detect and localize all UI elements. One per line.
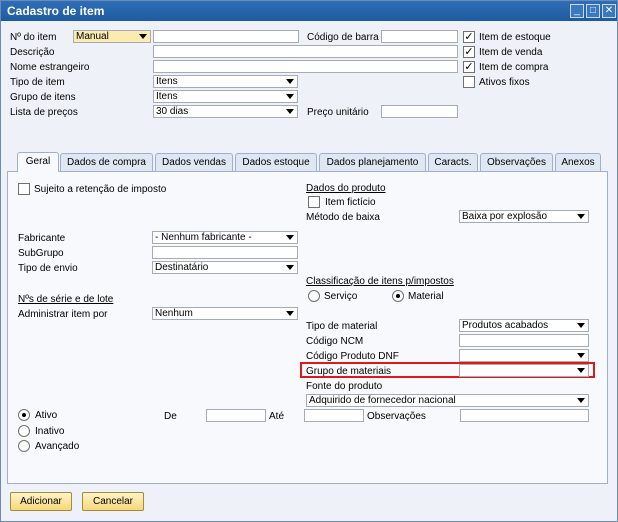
inactive-label: Inativo <box>35 426 65 437</box>
tab-dados-estoque[interactable]: Dados estoque <box>235 153 317 171</box>
unit-price-input[interactable] <box>381 105 458 118</box>
to-date-input[interactable] <box>304 409 364 422</box>
tab-anexos[interactable]: Anexos <box>555 153 601 171</box>
chevron-down-icon <box>286 265 294 270</box>
price-list-label: Lista de preços <box>10 107 78 118</box>
from-date-label: De <box>164 411 177 422</box>
chevron-down-icon <box>577 368 585 373</box>
from-date-input[interactable] <box>206 409 266 422</box>
chevron-down-icon <box>139 34 147 39</box>
price-list-dropdown[interactable]: 30 dias <box>153 105 298 118</box>
material-group-dropdown[interactable] <box>459 364 589 377</box>
material-radio[interactable] <box>392 290 404 302</box>
service-label: Serviço <box>324 291 358 302</box>
inactive-radio[interactable] <box>18 425 30 437</box>
advanced-radio[interactable] <box>18 440 30 452</box>
description-input[interactable] <box>153 45 458 58</box>
dnf-code-dropdown[interactable] <box>459 349 589 362</box>
chevron-down-icon <box>577 353 585 358</box>
item-type-label: Tipo de item <box>10 77 65 88</box>
subgroup-input[interactable] <box>152 246 298 259</box>
cancel-button[interactable]: Cancelar <box>82 492 144 511</box>
material-type-dropdown[interactable]: Produtos acabados <box>459 319 589 332</box>
fictitious-item-label: Item fictício <box>325 197 376 208</box>
chevron-down-icon <box>286 235 294 240</box>
tab-observacoes[interactable]: Observações <box>480 153 553 171</box>
purchase-item-checkbox[interactable]: ✓ <box>463 61 475 73</box>
tab-caracts[interactable]: Caracts. <box>428 153 478 171</box>
sales-item-checkbox[interactable]: ✓ <box>463 46 475 58</box>
shipping-type-dropdown[interactable]: Destinatário <box>152 261 298 274</box>
fixed-assets-checkbox[interactable] <box>463 76 475 88</box>
window-title: Cadastro de item <box>7 4 105 18</box>
close-button[interactable]: ✕ <box>602 4 616 18</box>
subgroup-label: SubGrupo <box>18 248 64 259</box>
item-no-series-dropdown[interactable]: Manual <box>73 30 151 43</box>
foreign-name-input[interactable] <box>153 60 458 73</box>
material-type-label: Tipo de material <box>306 321 378 332</box>
ncm-code-label: Código NCM <box>306 336 364 347</box>
manage-item-by-dropdown[interactable]: Nenhum <box>152 307 298 320</box>
active-radio[interactable] <box>18 409 30 421</box>
issue-method-label: Método de baixa <box>306 212 380 223</box>
description-label: Descrição <box>10 47 55 58</box>
issue-method-dropdown[interactable]: Baixa por explosão <box>459 210 589 223</box>
title-bar: Cadastro de item <box>1 1 617 21</box>
chevron-down-icon <box>577 214 585 219</box>
product-source-label: Fonte do produto <box>306 381 383 392</box>
tab-dados-de-compra[interactable]: Dados de compra <box>60 153 153 171</box>
chevron-down-icon <box>286 94 294 99</box>
service-radio[interactable] <box>308 290 320 302</box>
manufacturer-dropdown[interactable]: - Nenhum fabricante - <box>152 231 298 244</box>
active-label: Ativo <box>35 410 58 421</box>
serial-batch-section-title: Nºs de série e de lote <box>18 294 114 305</box>
ncm-code-input[interactable] <box>459 334 589 347</box>
withholding-tax-checkbox[interactable] <box>18 183 30 195</box>
chevron-down-icon <box>577 323 585 328</box>
foreign-name-label: Nome estrangeiro <box>10 62 90 73</box>
remarks-input[interactable] <box>460 409 589 422</box>
product-source-dropdown[interactable]: Adquirido de fornecedor nacional <box>306 394 589 407</box>
tab-dados-planejamento[interactable]: Dados planejamento <box>319 153 426 171</box>
add-button[interactable]: Adicionar <box>10 492 72 511</box>
chevron-down-icon <box>286 109 294 114</box>
purchase-item-label: Item de compra <box>479 62 549 73</box>
fictitious-item-checkbox[interactable] <box>308 196 320 208</box>
remarks-label: Observações <box>367 411 426 422</box>
item-no-input[interactable] <box>153 30 299 43</box>
item-group-dropdown[interactable]: Itens <box>153 90 298 103</box>
minimize-button[interactable]: _ <box>570 4 584 18</box>
item-type-dropdown[interactable]: Itens <box>153 75 298 88</box>
to-date-label: Até <box>269 411 285 422</box>
material-label: Material <box>408 291 444 302</box>
item-master-window: Cadastro de item _ □ ✕ Nº do item Manual… <box>0 0 618 522</box>
product-data-title: Dados do produto <box>306 183 386 194</box>
chevron-down-icon <box>577 398 585 403</box>
unit-price-label: Preço unitário <box>307 107 369 118</box>
inventory-item-label: Item de estoque <box>479 32 551 43</box>
tab-geral[interactable]: Geral <box>17 152 59 172</box>
tax-classification-title: Classificação de itens p/impostos <box>306 276 454 287</box>
advanced-label: Avançado <box>35 441 80 452</box>
fixed-assets-label: Ativos fixos <box>479 77 530 88</box>
barcode-label: Código de barra <box>307 32 379 43</box>
manage-item-by-label: Administrar item por <box>18 309 108 320</box>
item-group-label: Grupo de itens <box>10 92 76 103</box>
chevron-down-icon <box>286 311 294 316</box>
maximize-button[interactable]: □ <box>586 4 600 18</box>
material-group-label: Grupo de materiais <box>306 366 392 377</box>
inventory-item-checkbox[interactable]: ✓ <box>463 31 475 43</box>
manufacturer-label: Fabricante <box>18 233 66 244</box>
barcode-input[interactable] <box>381 30 458 43</box>
withholding-tax-label: Sujeito a retenção de imposto <box>34 184 167 195</box>
shipping-type-label: Tipo de envio <box>18 263 78 274</box>
sales-item-label: Item de venda <box>479 47 543 58</box>
item-no-label: Nº do item <box>10 32 57 43</box>
tab-dados-vendas[interactable]: Dados vendas <box>155 153 233 171</box>
chevron-down-icon <box>286 79 294 84</box>
